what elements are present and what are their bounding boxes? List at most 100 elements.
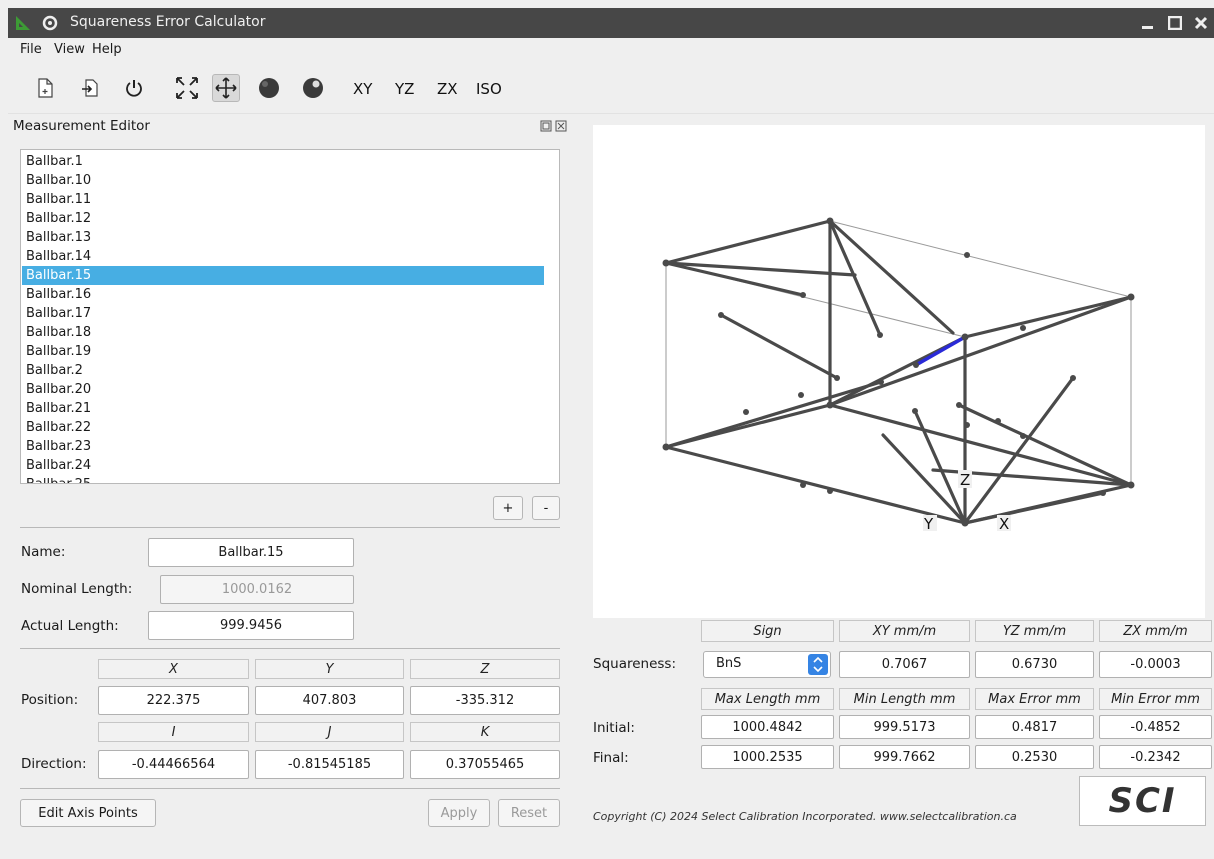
pan-button[interactable] — [212, 74, 240, 102]
menu-bar: File View Help — [8, 38, 1214, 62]
k-header: K — [410, 722, 560, 742]
divider — [20, 527, 560, 528]
reset-button[interactable]: Reset — [498, 799, 560, 827]
nominal-length-label: Nominal Length: — [21, 581, 133, 597]
import-icon — [82, 79, 98, 97]
list-item[interactable]: Ballbar.18 — [22, 323, 544, 342]
x-axis-label: X — [999, 515, 1009, 533]
chevron-updown-icon[interactable] — [808, 654, 828, 675]
position-label: Position: — [21, 692, 79, 708]
view-iso-button[interactable]: ISO — [476, 80, 502, 98]
divider — [20, 788, 560, 789]
lit-sphere-icon — [303, 78, 323, 98]
ballbar-model-drawing[interactable]: Z Y X — [593, 125, 1205, 618]
title-bar: Squareness Error Calculator — [8, 8, 1214, 38]
view-zx-button[interactable]: ZX — [437, 80, 458, 98]
add-measurement-button[interactable]: + — [493, 496, 523, 520]
list-item[interactable]: Ballbar.16 — [22, 285, 544, 304]
measurement-list[interactable]: Ballbar.1 Ballbar.10 Ballbar.11 Ballbar.… — [20, 149, 560, 484]
lit-view-button[interactable] — [299, 74, 327, 102]
menu-view[interactable]: View — [54, 42, 85, 57]
squareness-label: Squareness: — [593, 656, 677, 672]
position-y-field[interactable]: 407.803 — [255, 686, 404, 715]
apply-button[interactable]: Apply — [428, 799, 490, 827]
sign-select[interactable]: BnS — [703, 651, 831, 678]
list-item[interactable]: Ballbar.13 — [22, 228, 544, 247]
list-item[interactable]: Ballbar.20 — [22, 380, 544, 399]
new-file-icon — [38, 78, 53, 98]
list-item[interactable]: Ballbar.1 — [22, 152, 544, 171]
close-panel-icon[interactable] — [555, 120, 567, 132]
shaded-view-button[interactable] — [255, 74, 283, 102]
list-item[interactable]: Ballbar.11 — [22, 190, 544, 209]
maximize-icon[interactable] — [1168, 16, 1182, 30]
sign-value: BnS — [716, 656, 742, 671]
copyright-text: Copyright (C) 2024 Select Calibration In… — [593, 810, 1017, 823]
name-field[interactable]: Ballbar.15 — [148, 538, 354, 567]
app-menu-icon[interactable] — [42, 15, 58, 31]
name-label: Name: — [21, 544, 66, 560]
list-item[interactable]: Ballbar.12 — [22, 209, 544, 228]
window-title: Squareness Error Calculator — [70, 14, 266, 30]
zx-squareness-field: -0.0003 — [1099, 651, 1212, 678]
initial-max-error: 0.4817 — [975, 715, 1094, 739]
x-header: X — [98, 659, 249, 679]
max-length-header: Max Length mm — [701, 688, 834, 710]
final-min-length: 999.7662 — [839, 745, 970, 769]
close-icon[interactable] — [1194, 16, 1208, 30]
j-header: J — [255, 722, 404, 742]
xy-squareness-field: 0.7067 — [839, 651, 970, 678]
initial-max-length: 1000.4842 — [701, 715, 834, 739]
list-item[interactable]: Ballbar.25 — [22, 475, 544, 483]
remove-measurement-button[interactable]: - — [532, 496, 560, 520]
final-label: Final: — [593, 750, 629, 766]
list-item[interactable]: Ballbar.17 — [22, 304, 544, 323]
toolbar: XY YZ ZX ISO — [8, 62, 1214, 114]
list-item[interactable]: Ballbar.19 — [22, 342, 544, 361]
new-file-button[interactable] — [31, 74, 59, 102]
final-max-error: 0.2530 — [975, 745, 1094, 769]
position-z-field[interactable]: -335.312 — [410, 686, 560, 715]
list-item[interactable]: Ballbar.24 — [22, 456, 544, 475]
nominal-length-field: 1000.0162 — [160, 575, 354, 604]
fit-view-icon — [176, 77, 198, 99]
list-item[interactable]: Ballbar.10 — [22, 171, 544, 190]
app-logo-icon — [16, 16, 30, 30]
direction-i-field[interactable]: -0.44466564 — [98, 750, 249, 779]
list-item[interactable]: Ballbar.23 — [22, 437, 544, 456]
float-panel-icon[interactable] — [540, 120, 552, 132]
list-item-selected[interactable]: Ballbar.15 — [22, 266, 544, 285]
view-xy-button[interactable]: XY — [353, 80, 372, 98]
final-max-length: 1000.2535 — [701, 745, 834, 769]
menu-file[interactable]: File — [20, 42, 42, 57]
view-yz-button[interactable]: YZ — [395, 80, 414, 98]
list-item[interactable]: Ballbar.14 — [22, 247, 544, 266]
position-x-field[interactable]: 222.375 — [98, 686, 249, 715]
menu-help[interactable]: Help — [92, 42, 122, 57]
3d-viewport[interactable]: Z Y X — [593, 125, 1205, 618]
final-min-error: -0.2342 — [1099, 745, 1212, 769]
zx-header: ZX mm/m — [1099, 620, 1212, 642]
actual-length-label: Actual Length: — [21, 618, 119, 634]
list-item[interactable]: Ballbar.21 — [22, 399, 544, 418]
frame-lines — [665, 220, 1132, 486]
min-length-header: Min Length mm — [839, 688, 970, 710]
min-error-header: Min Error mm — [1099, 688, 1212, 710]
actual-length-field[interactable]: 999.9456 — [148, 611, 354, 640]
fit-view-button[interactable] — [173, 74, 201, 102]
y-header: Y — [255, 659, 404, 679]
edit-axis-points-button[interactable]: Edit Axis Points — [20, 799, 156, 827]
direction-k-field[interactable]: 0.37055465 — [410, 750, 560, 779]
z-axis-label: Z — [960, 471, 970, 489]
sci-logo: SCI — [1079, 776, 1206, 826]
minimize-icon[interactable] — [1141, 16, 1155, 30]
initial-min-length: 999.5173 — [839, 715, 970, 739]
power-button[interactable] — [120, 74, 148, 102]
yz-squareness-field: 0.6730 — [975, 651, 1094, 678]
direction-j-field[interactable]: -0.81545185 — [255, 750, 404, 779]
import-button[interactable] — [76, 74, 104, 102]
list-item[interactable]: Ballbar.2 — [22, 361, 544, 380]
sign-header: Sign — [701, 620, 834, 642]
power-icon — [126, 80, 142, 97]
list-item[interactable]: Ballbar.22 — [22, 418, 544, 437]
